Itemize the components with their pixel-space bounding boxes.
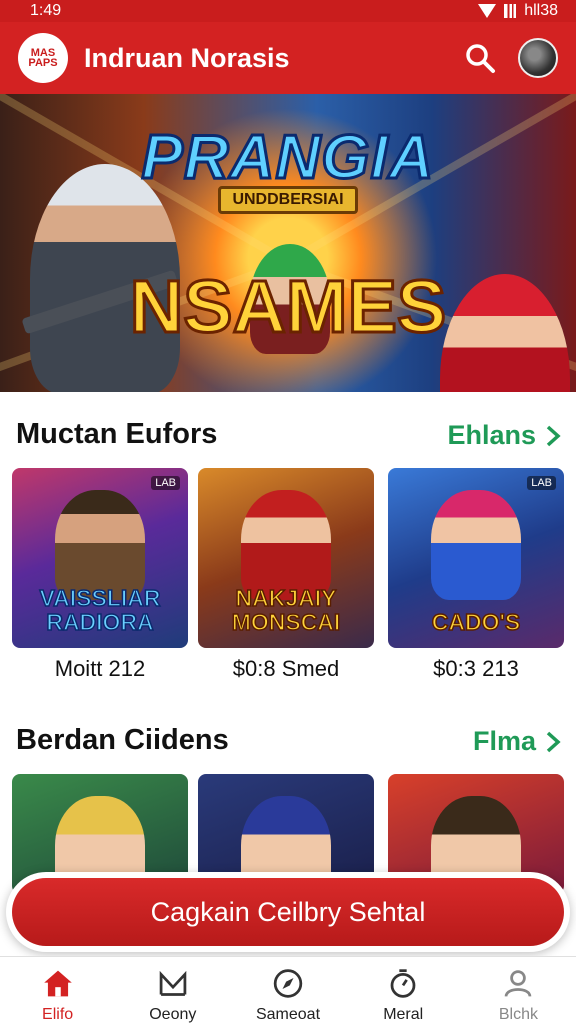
game-card[interactable]: LAB VAISSLIAR RADIORA xyxy=(12,468,188,648)
card-character xyxy=(55,490,145,600)
wifi-icon xyxy=(478,4,497,18)
status-time: 1:49 xyxy=(30,2,62,19)
nav-item-timer[interactable]: Meral xyxy=(346,957,461,1024)
profile-icon xyxy=(505,970,532,997)
home-icon xyxy=(43,970,72,997)
section-see-all-link[interactable]: Ehlans xyxy=(447,420,562,451)
hero-badge: UNDDBERSIAI xyxy=(218,186,358,214)
status-right-text: hll38 xyxy=(524,2,558,19)
section-title: Berdan Ciidens xyxy=(16,724,229,756)
nav-label: Blchk xyxy=(498,1006,538,1023)
status-bar: 1:49 hll38 xyxy=(0,0,576,22)
nav-item-explore[interactable]: Sameoat xyxy=(230,957,345,1024)
card-price: $0:3 213 xyxy=(433,656,519,681)
game-card[interactable]: LAB CADO'S xyxy=(388,468,564,648)
search-icon xyxy=(466,44,495,73)
compass-icon xyxy=(273,969,303,998)
avatar-icon[interactable] xyxy=(518,38,558,78)
game-card[interactable]: NAKJAIY MONSCAI xyxy=(198,468,374,648)
card-price: Moitt 212 xyxy=(54,656,146,681)
nav-label: Elifo xyxy=(42,1006,74,1023)
search-button[interactable] xyxy=(460,38,500,78)
app-title: Indruan Norasis xyxy=(84,42,290,73)
timer-icon xyxy=(390,969,416,998)
section-link-label: Ehlans xyxy=(447,420,536,450)
cta-container: Cagkain Ceilbry Sehtal xyxy=(6,872,570,952)
nav-item-home[interactable]: Elifo xyxy=(0,957,115,1024)
section-see-all-link[interactable]: Flma xyxy=(473,726,562,757)
nav-item-category[interactable]: Oeony xyxy=(115,957,230,1024)
signal-icon xyxy=(504,4,517,18)
card-tag: LAB xyxy=(151,476,180,490)
nav-item-profile[interactable]: Blchk xyxy=(461,957,576,1024)
app-logo[interactable]: MAS PAPS xyxy=(18,33,68,83)
logo-text: MAS PAPS xyxy=(28,47,58,69)
hero-banner[interactable]: PRANGIA UNDDBERSIAI NSAMES xyxy=(0,94,576,392)
cta-button[interactable]: Cagkain Ceilbry Sehtal xyxy=(12,878,564,946)
card-tag: LAB xyxy=(527,476,556,490)
card-title: CADO'S xyxy=(431,609,521,635)
card-title: VAISSLIAR RADIORA xyxy=(39,585,161,635)
card-price: $0:8 Smed xyxy=(232,656,340,681)
chevron-right-icon xyxy=(546,731,561,752)
bottom-nav: Elifo Oeony Sameoat Meral Blchk xyxy=(0,956,576,1024)
status-icons: hll38 xyxy=(478,2,558,20)
app-bar: MAS PAPS Indruan Norasis xyxy=(0,22,576,94)
nav-label: Sameoat xyxy=(255,1006,321,1023)
category-icon xyxy=(159,970,187,996)
section-link-label: Flma xyxy=(472,726,536,756)
card-title: NAKJAIY MONSCAI xyxy=(231,585,341,635)
hero-title: PRANGIA xyxy=(140,122,435,194)
hero-subtitle: NSAMES xyxy=(128,264,448,350)
nav-label: Oeony xyxy=(149,1006,197,1023)
chevron-right-icon xyxy=(546,425,561,446)
nav-label: Meral xyxy=(383,1006,424,1023)
card-character xyxy=(431,490,521,600)
card-character xyxy=(241,490,331,600)
section-title: Muctan Eufors xyxy=(16,418,218,450)
